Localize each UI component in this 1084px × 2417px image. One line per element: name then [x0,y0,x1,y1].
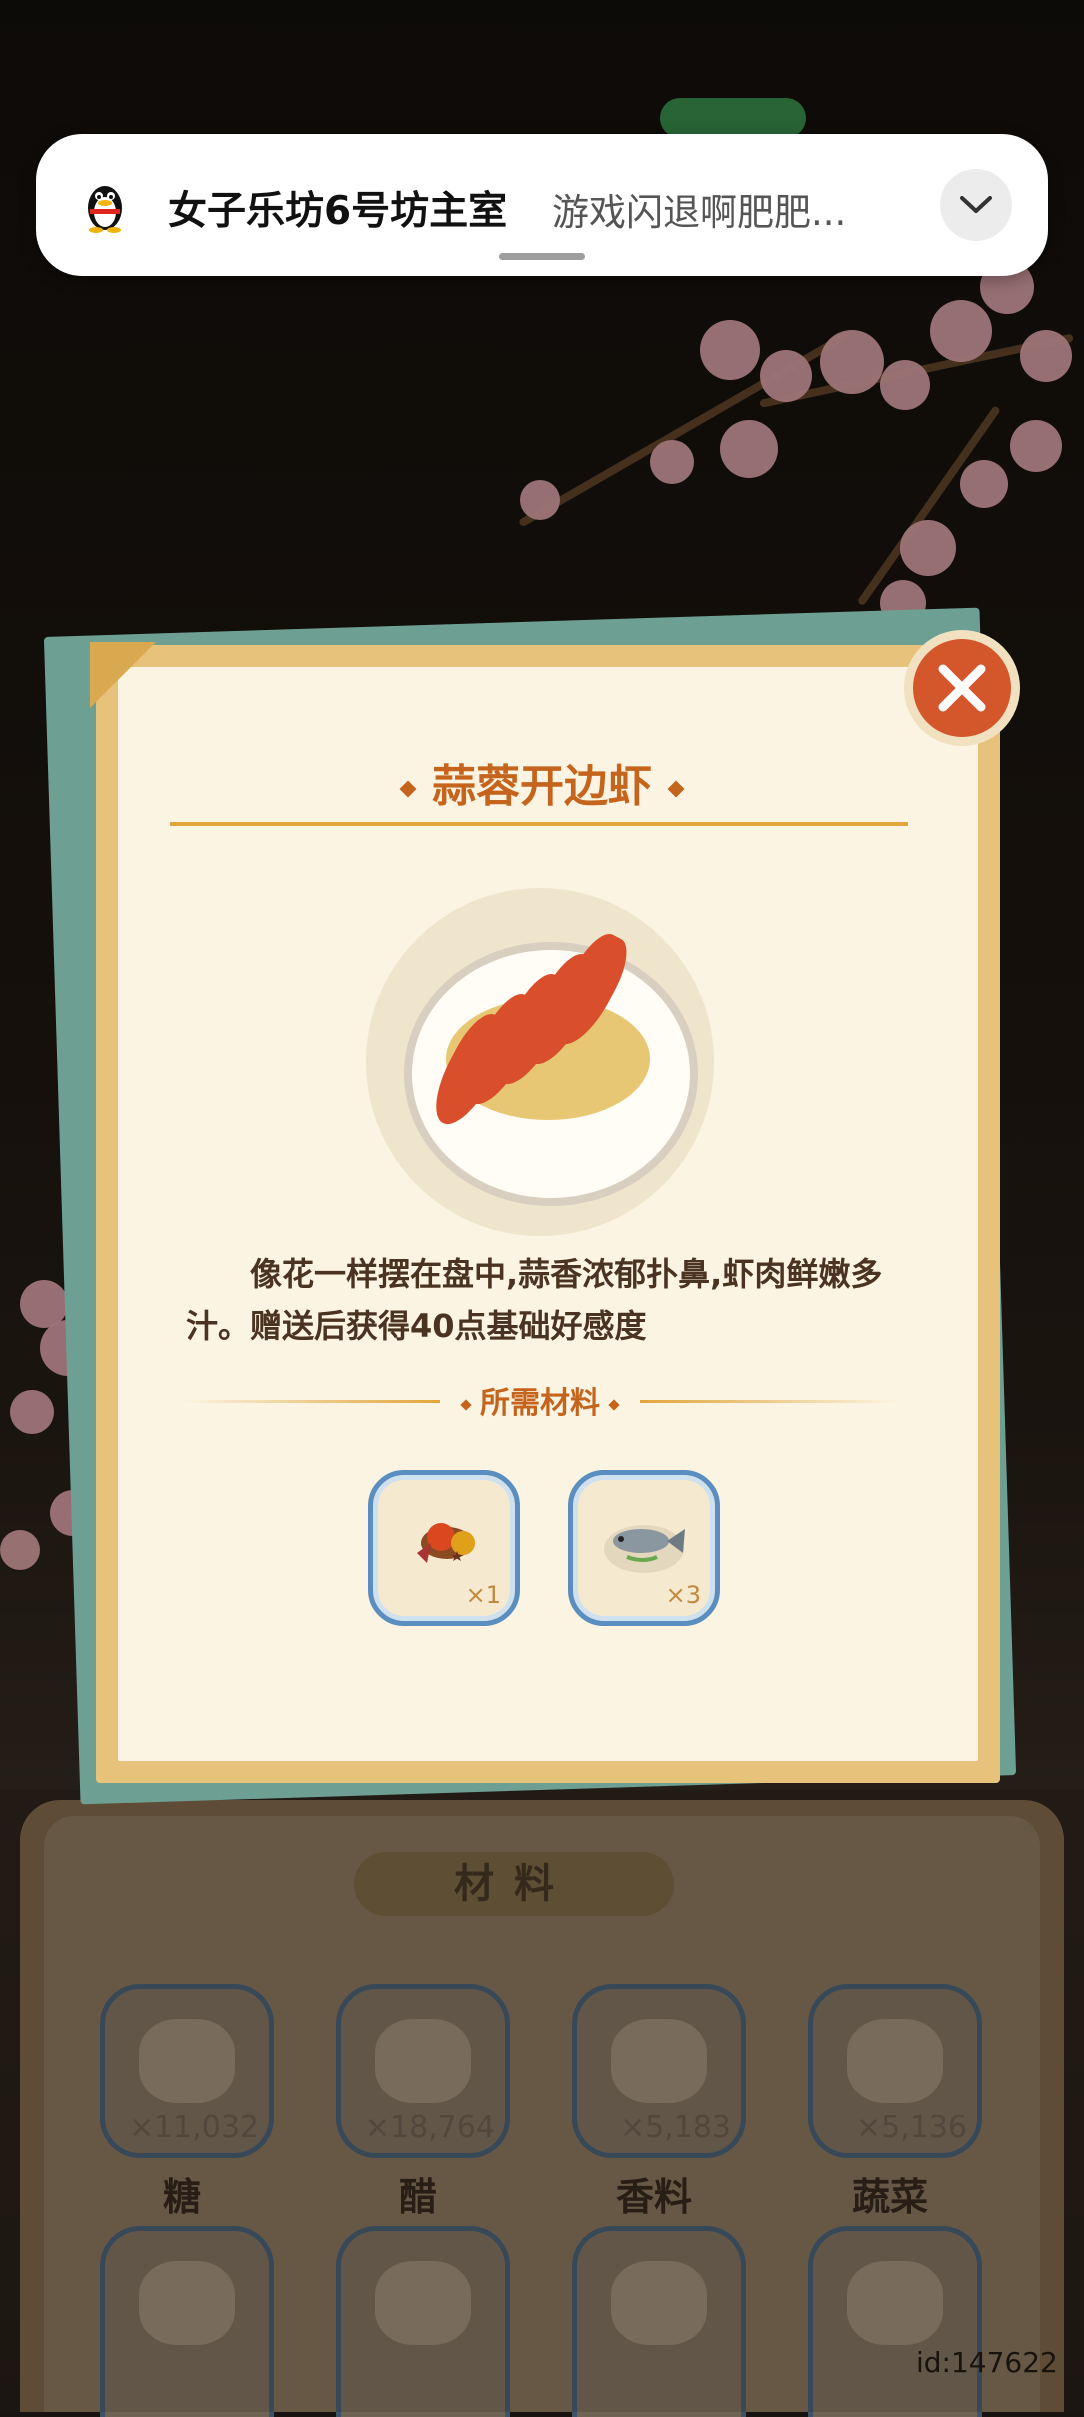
expand-chevron-button[interactable] [940,169,1012,241]
fish-icon [604,1525,685,1573]
notification-message: 游戏闪退啊肥肥... [552,191,847,234]
qq-penguin-icon [88,186,122,233]
dish-name: 蒜蓉开边虾 [432,761,652,812]
dish-description: 像花一样摆在盘中,蒜香浓郁扑鼻,虾肉鲜嫩多汁。赠送后获得40点基础好感度 [186,1255,883,1345]
ingredient-qty: ×3 [665,1581,701,1609]
notification-title: 女子乐坊6号坊主室 [168,189,508,234]
ingredient-slot-fish[interactable]: ×3 [568,1470,720,1626]
required-materials-header: 所需材料 [180,1378,900,1428]
ingredient-qty: ×1 [465,1581,501,1609]
modal-backdrop-bottom [0,1790,1084,2412]
ingredient-slot-spice[interactable]: ×1 [368,1470,520,1626]
close-button[interactable] [904,630,1020,746]
chevron-down-icon [960,196,992,213]
dish-title: 蒜蓉开边虾 [300,750,784,814]
required-materials-label: 所需材料 [480,1386,600,1421]
title-divider [170,822,908,826]
close-icon [938,664,986,712]
banner-drag-handle[interactable] [499,253,585,260]
qq-notification-banner[interactable]: 女子乐坊6号坊主室 游戏闪退啊肥肥... [36,134,1048,276]
spice-mix-icon [417,1523,475,1563]
paper-corner-fold [90,642,156,708]
